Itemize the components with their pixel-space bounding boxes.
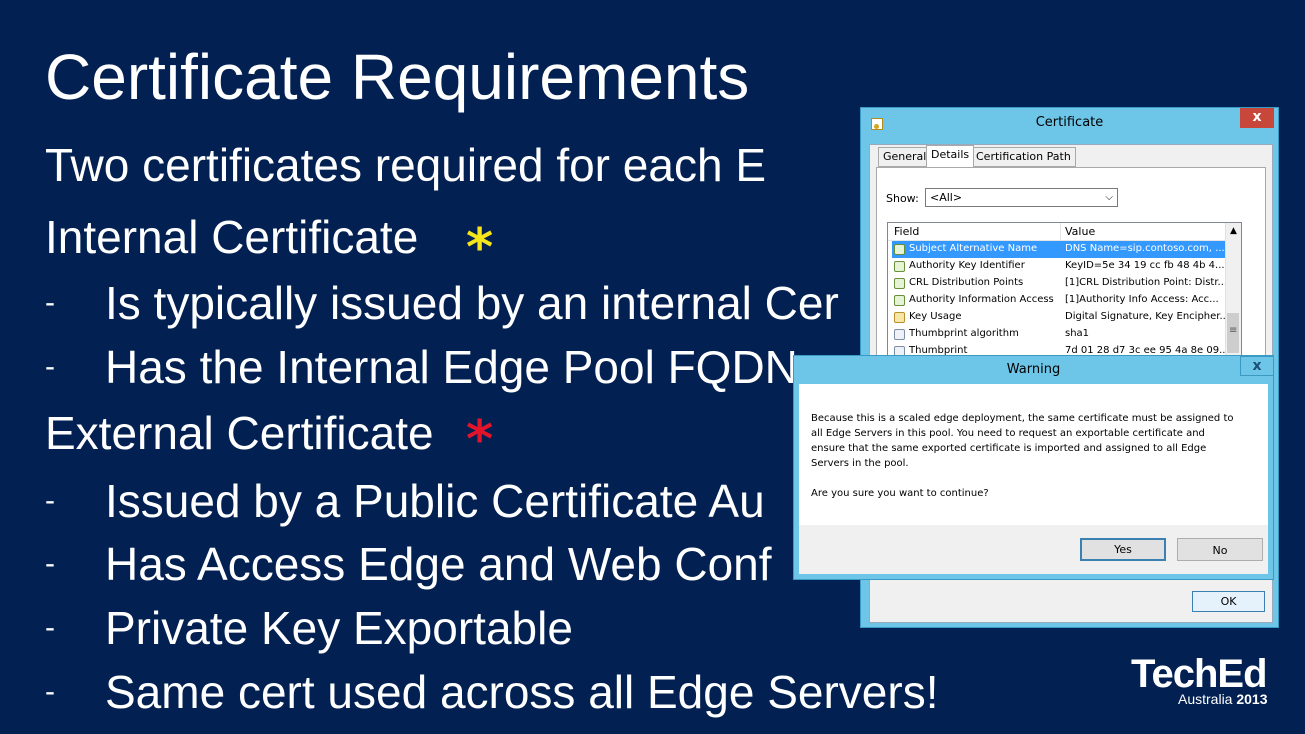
teched-logo-subtitle: Australia 2013: [1178, 691, 1268, 707]
external-bullet-2: Has Access Edge and Web Conf: [105, 538, 772, 590]
slide-title: Certificate Requirements: [45, 41, 750, 113]
external-bullet-1: Issued by a Public Certificate Au: [105, 475, 765, 527]
scroll-thumb[interactable]: [1227, 313, 1239, 353]
cert-extension-icon: [894, 261, 905, 272]
row-field: Key Usage: [909, 311, 962, 322]
certificate-window-title: Certificate: [1035, 115, 1104, 130]
internal-star-icon: *: [466, 218, 494, 278]
internal-certificate-heading: Internal Certificate: [45, 211, 419, 263]
row-value: Digital Signature, Key Encipher...: [1065, 311, 1227, 322]
row-field: CRL Distribution Points: [909, 277, 1024, 288]
tab-general[interactable]: General: [878, 147, 932, 167]
table-row[interactable]: CRL Distribution Points [1]CRL Distribut…: [892, 275, 1230, 292]
show-dropdown[interactable]: <All> ⌵: [925, 188, 1118, 207]
internal-bullet-1: Is typically issued by an internal Cer: [105, 277, 839, 329]
bullet-dash: -: [45, 286, 55, 319]
cert-extension-icon: [894, 278, 905, 289]
scroll-up-icon[interactable]: ▲: [1226, 223, 1241, 239]
yes-button[interactable]: Yes: [1080, 538, 1166, 561]
tab-details[interactable]: Details: [926, 145, 975, 167]
internal-bullet-2: Has the Internal Edge Pool FQDN: [105, 341, 798, 393]
warning-dialog: Warning x Because this is a scaled edge …: [793, 355, 1274, 580]
column-divider[interactable]: [1060, 223, 1061, 240]
show-label: Show:: [886, 192, 919, 205]
chevron-down-icon: ⌵: [1105, 192, 1113, 203]
row-value: DNS Name=sip.contoso.com, ...: [1065, 243, 1225, 254]
row-field: Thumbprint algorithm: [909, 328, 1019, 339]
show-dropdown-value: <All>: [930, 191, 963, 204]
external-star-icon: *: [466, 410, 494, 470]
warning-question: Are you sure you want to continue?: [811, 488, 989, 499]
column-header-value[interactable]: Value: [1065, 225, 1095, 238]
field-list-header: Field Value: [888, 223, 1230, 241]
warning-content: Because this is a scaled edge deployment…: [799, 384, 1268, 525]
cert-extension-icon: [894, 244, 905, 255]
table-row[interactable]: Subject Alternative Name DNS Name=sip.co…: [892, 241, 1230, 258]
row-field: Authority Key Identifier: [909, 260, 1025, 271]
bullet-dash: -: [45, 611, 55, 644]
table-row[interactable]: Key Usage Digital Signature, Key Enciphe…: [892, 309, 1230, 326]
table-row[interactable]: Thumbprint algorithm sha1: [892, 326, 1230, 343]
warning-body: Because this is a scaled edge deployment…: [799, 384, 1268, 574]
external-bullet-4: Same cert used across all Edge Servers!: [105, 666, 939, 718]
warning-title: Warning: [1006, 362, 1061, 377]
no-button[interactable]: No: [1177, 538, 1263, 561]
bullet-dash: -: [45, 675, 55, 708]
row-field: Authority Information Access: [909, 294, 1054, 305]
slide-intro: Two certificates required for each E: [45, 139, 766, 191]
field-list[interactable]: Field Value Subject Alternative Name DNS…: [887, 222, 1242, 374]
row-value: KeyID=5e 34 19 cc fb 48 4b 4...: [1065, 260, 1225, 271]
bullet-dash: -: [45, 547, 55, 580]
external-bullet-3: Private Key Exportable: [105, 602, 573, 654]
warning-close-button[interactable]: x: [1240, 356, 1274, 376]
ok-button[interactable]: OK: [1192, 591, 1265, 612]
table-row[interactable]: Authority Information Access [1]Authorit…: [892, 292, 1230, 309]
warning-message: Because this is a scaled edge deployment…: [811, 413, 1234, 469]
row-value: [1]CRL Distribution Point: Distr...: [1065, 277, 1227, 288]
list-scrollbar[interactable]: ▲: [1225, 223, 1241, 373]
certificate-close-button[interactable]: x: [1240, 108, 1274, 128]
column-header-field[interactable]: Field: [894, 225, 919, 238]
tab-certification-path[interactable]: Certification Path: [971, 147, 1076, 167]
external-certificate-heading: External Certificate: [45, 407, 434, 459]
row-field: Subject Alternative Name: [909, 243, 1038, 254]
key-usage-icon: [894, 312, 905, 323]
certificate-titlebar: Certificate x: [861, 108, 1278, 136]
table-row[interactable]: Authority Key Identifier KeyID=5e 34 19 …: [892, 258, 1230, 275]
row-value: sha1: [1065, 328, 1090, 339]
logo-location: Australia: [1178, 691, 1233, 707]
bullet-dash: -: [45, 484, 55, 517]
cert-extension-icon: [894, 295, 905, 306]
property-icon: [894, 329, 905, 340]
bullet-dash: -: [45, 350, 55, 383]
row-value: [1]Authority Info Access: Acc...: [1065, 294, 1219, 305]
logo-year: 2013: [1236, 691, 1268, 707]
